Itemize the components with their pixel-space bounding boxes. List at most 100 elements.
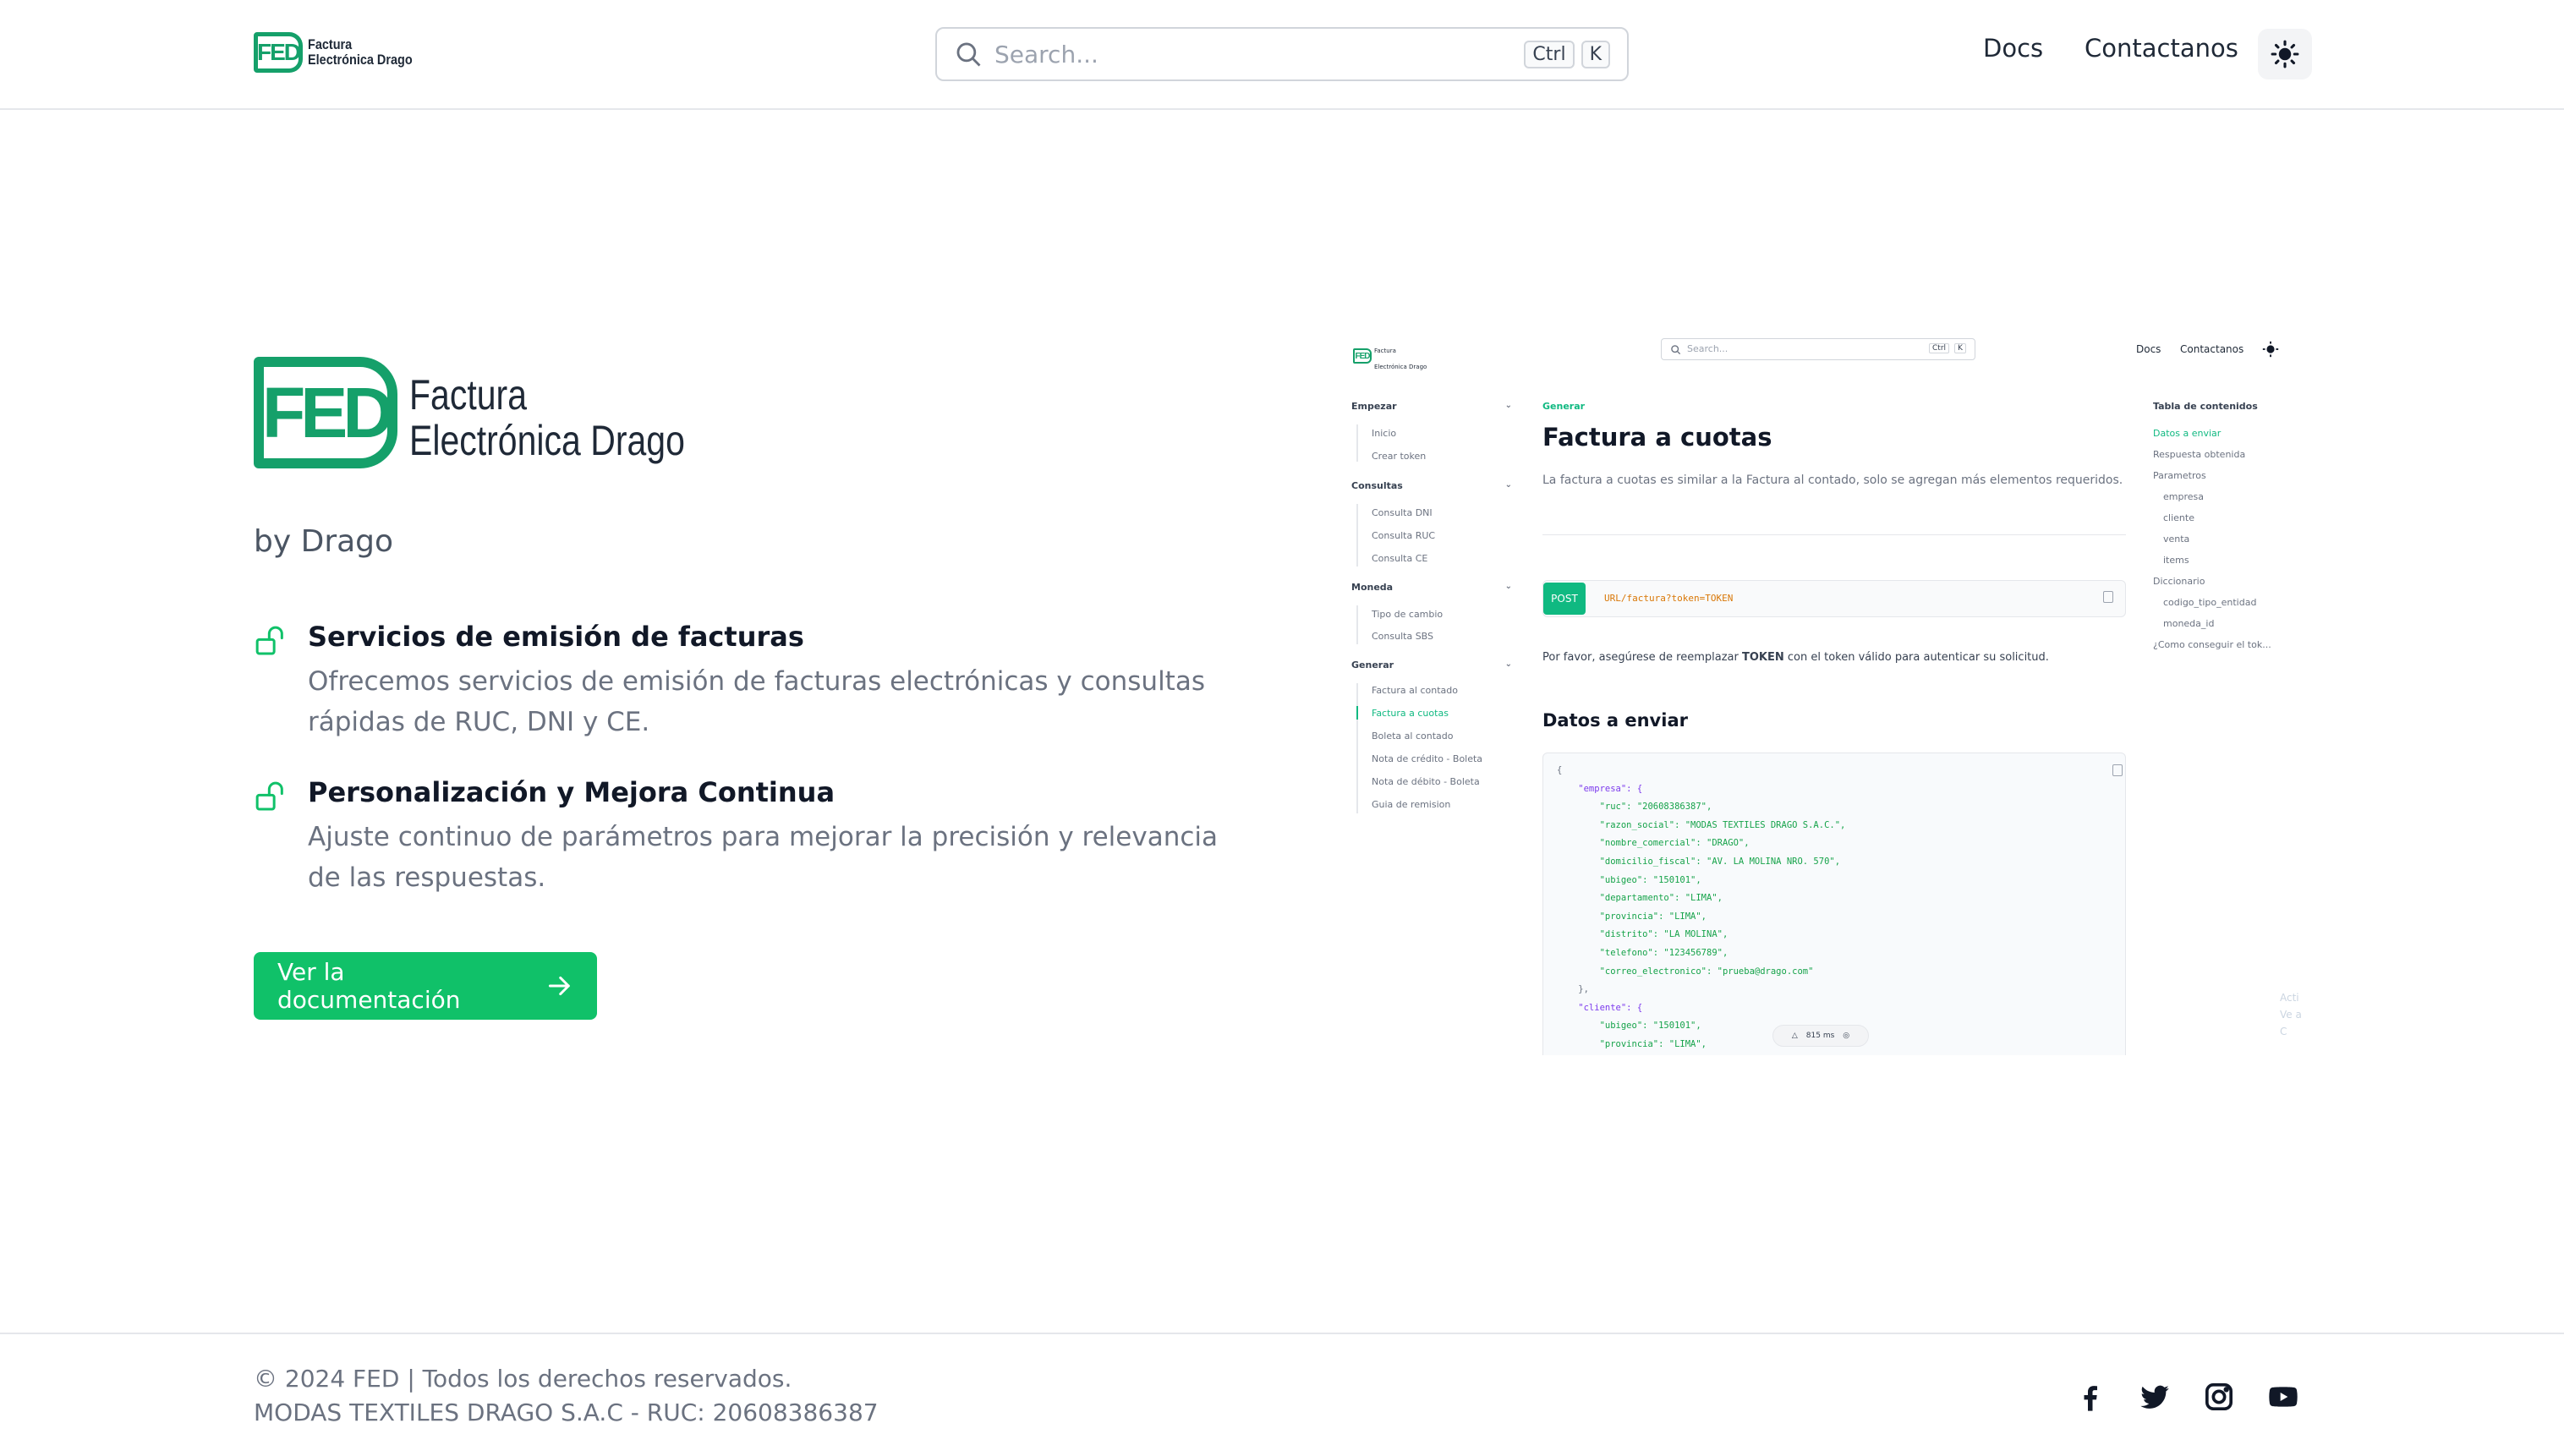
facebook-icon[interactable] [2074, 1380, 2107, 1414]
preview-sidebar-item: Consulta RUC [1372, 530, 1436, 541]
arrow-right-icon [549, 976, 571, 996]
note-token: TOKEN [1742, 651, 1784, 664]
preview-watermark-text: Acti Ve a C [2280, 989, 2310, 1040]
fed-logo-mark: FED [254, 357, 397, 468]
chevron-down-icon: ⌄ [1504, 582, 1512, 591]
preview-sidebar-item: Consulta SBS [1372, 631, 1434, 642]
logo-line-2: Electrónica Drago [308, 52, 413, 68]
hero-logo-wordmark: Factura Electrónica Drago [409, 372, 685, 463]
preview-toc-item: Respuesta obtenida [2153, 449, 2246, 460]
preview-section-consultas: Consultas ⌄ [1351, 480, 1512, 491]
preview-sidebar-item-active: Factura a cuotas [1372, 708, 1449, 719]
code-line: "ruc": "20608386387", [1557, 802, 1712, 813]
instagram-icon[interactable] [2202, 1380, 2236, 1414]
copy-icon [2103, 591, 2113, 603]
preview-sidebar-item: Nota de débito - Boleta [1372, 776, 1480, 787]
view-docs-button[interactable]: Ver la documentación [254, 952, 597, 1020]
preview-page-title: Factura a cuotas [1542, 423, 1772, 452]
preview-logo: FED Factura Electrónica Drago [1353, 340, 1427, 372]
code-line: "ubigeo": "150101", [1557, 874, 1701, 885]
code-line: { [1557, 765, 1563, 775]
logo-wordmark: Factura Electrónica Drago [308, 37, 413, 68]
page-footer [0, 1333, 2564, 1456]
code-line: "nombre_comercial": "DRAGO", [1557, 838, 1750, 849]
hero-logo-line-2: Electrónica Drago [409, 417, 685, 464]
preview-code-block: { "empresa": { "ruc": "20608386387", "ra… [1542, 753, 2126, 1055]
preview-section-label: Generar [1351, 660, 1394, 671]
youtube-icon[interactable] [2266, 1380, 2300, 1414]
preview-sidebar-item: Nota de crédito - Boleta [1372, 753, 1483, 764]
code-line: "telefono": "123456789", [1557, 947, 1729, 958]
header-logo[interactable]: FED Factura Electrónica Drago [254, 32, 431, 73]
preview-token-note: Por favor, asegúrese de reemplazar TOKEN… [1542, 651, 2049, 664]
hero-logo-line-1: Factura [409, 371, 528, 419]
chevron-down-icon: ⌄ [1504, 660, 1512, 669]
preview-logo-line-1: Factura [1374, 348, 1396, 354]
preview-section-label: Empezar [1351, 401, 1397, 412]
code-line: "provincia": "LIMA", [1557, 911, 1707, 922]
preview-sidebar-item: Crear token [1372, 451, 1427, 462]
preview-section-label: Moneda [1351, 582, 1394, 593]
code-line: }, [1557, 984, 1589, 995]
preview-sidebar-item: Boleta al contado [1372, 731, 1454, 742]
preview-sidebar-item: Consulta CE [1372, 553, 1428, 564]
preview-sidebar-item: Factura al contado [1372, 685, 1458, 696]
nav-contact-link[interactable]: Contactanos [2085, 34, 2238, 63]
docs-preview-image: FED Factura Electrónica Drago Search... C… [1333, 328, 2310, 1055]
preview-section-empezar: Empezar ⌄ [1351, 401, 1512, 412]
shortcut-key-ctrl: Ctrl [1524, 40, 1575, 68]
preview-toc-item: venta [2163, 534, 2190, 545]
top-header: FED Factura Electrónica Drago Search... … [0, 0, 2564, 110]
preview-toc-item-active: Datos a enviar [2153, 428, 2222, 439]
code-line: "cliente": { [1557, 1002, 1643, 1013]
preview-sidebar-item: Consulta DNI [1372, 507, 1433, 518]
feature-title: Personalización y Mejora Continua [308, 776, 835, 808]
code-line: "distrito": "LA MOLINA", [1557, 929, 1729, 940]
preview-sidebar-item: Inicio [1372, 428, 1397, 439]
search-icon [1671, 345, 1681, 355]
preview-sidebar-item: Tipo de cambio [1372, 609, 1444, 620]
nav-docs-link[interactable]: Docs [1983, 34, 2043, 63]
preview-toc-item: codigo_tipo_entidad [2163, 597, 2257, 608]
footer-copyright: © 2024 FED | Todos los derechos reservad… [254, 1365, 792, 1393]
bell-icon: △ [1791, 1032, 1798, 1040]
divider [1542, 534, 2126, 535]
twitter-icon[interactable] [2138, 1380, 2172, 1414]
feature-title: Servicios de emisión de facturas [308, 621, 804, 653]
preview-breadcrumb: Generar [1542, 401, 1586, 412]
chevron-down-icon: ⌄ [1504, 401, 1512, 410]
preview-section-heading: Datos a enviar [1542, 710, 1688, 731]
sidebar-guide-line [1356, 504, 1358, 567]
preview-key-k: K [1954, 343, 1966, 353]
preview-search-placeholder: Search... [1687, 343, 1729, 354]
theme-toggle-button[interactable] [2258, 29, 2312, 79]
code-line: "razon_social": "MODAS TEXTILES DRAGO S.… [1557, 819, 1846, 830]
search-placeholder: Search... [994, 40, 1098, 68]
note-text: con el token válido para autenticar su s… [1783, 651, 2049, 664]
feature-description: Ajuste continuo de parámetros para mejor… [308, 822, 1219, 893]
preview-section-label: Consultas [1351, 480, 1403, 491]
hero-logo: FED Factura Electrónica Drago [254, 357, 745, 468]
preview-floating-pill: △ 815 ms ◎ [1772, 1025, 1869, 1047]
preview-toc-item: moneda_id [2163, 618, 2215, 629]
search-input[interactable]: Search... Ctrl K [935, 27, 1629, 81]
preview-search: Search... Ctrl K [1661, 338, 1975, 360]
code-line: "empresa": { [1557, 783, 1643, 794]
preview-key-ctrl: Ctrl [1929, 343, 1950, 353]
preview-section-moneda: Moneda ⌄ [1351, 582, 1512, 593]
preview-endpoint: POST URL/factura?token=TOKEN [1542, 580, 2126, 617]
copy-icon [2112, 764, 2123, 776]
preview-toc-item: cliente [2163, 512, 2194, 523]
sidebar-guide-line [1356, 424, 1358, 462]
sun-icon [2262, 341, 2279, 358]
feature-description: Ofrecemos servicios de emisión de factur… [308, 666, 1205, 737]
preview-toc-item: empresa [2163, 491, 2204, 502]
preview-sidebar-item: Guia de remision [1372, 799, 1451, 810]
preview-toc-item: items [2163, 555, 2189, 566]
preview-logo-mark: FED [1353, 348, 1372, 364]
preview-toc-item: ¿Como conseguir el tok... [2153, 639, 2271, 650]
endpoint-url: URL/factura?token=TOKEN [1604, 593, 1734, 604]
sidebar-guide-line [1356, 683, 1358, 813]
code-line: "domicilio_fiscal": "AV. LA MOLINA NRO. … [1557, 856, 1841, 867]
sun-icon [2271, 40, 2299, 68]
